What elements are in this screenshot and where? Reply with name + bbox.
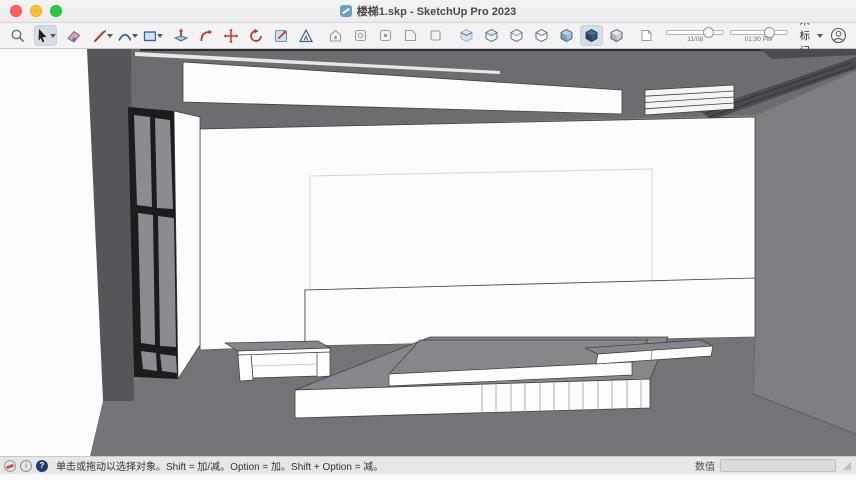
style-xray-button[interactable]	[455, 25, 478, 46]
shadow-time-track[interactable]	[730, 30, 788, 35]
svg-text:A: A	[303, 35, 308, 42]
style-wireframe-button[interactable]	[505, 25, 528, 46]
shadow-date-track[interactable]	[666, 30, 724, 35]
shadow-time-slider[interactable]: 01:30 PM	[730, 30, 788, 43]
orbit-button[interactable]	[349, 25, 372, 46]
statusbar: i ? 单击或拖动以选择对象。Shift = 加/减。Option = 加。Sh…	[0, 456, 856, 474]
search-icon	[10, 28, 26, 44]
document-icon	[340, 5, 352, 17]
style-monochrome-icon	[609, 28, 624, 43]
select-tool-button[interactable]	[34, 25, 57, 46]
shapes-tool-button[interactable]	[141, 25, 164, 46]
chevron-down-icon	[157, 34, 163, 38]
shapes-icon	[142, 28, 156, 44]
shadow-date-label: 11/08	[687, 36, 703, 43]
model-viewport[interactable]	[0, 49, 856, 456]
lower-wall-band[interactable]	[305, 278, 755, 346]
window-pane	[155, 118, 173, 209]
push-pull-icon	[173, 28, 189, 44]
minimize-button[interactable]	[30, 5, 42, 17]
chevron-down-icon	[107, 34, 113, 38]
rotate-icon	[248, 28, 264, 44]
account-button[interactable]	[827, 25, 850, 46]
window-column[interactable]	[174, 111, 200, 379]
page-button[interactable]	[635, 25, 658, 46]
table-leg	[317, 352, 330, 377]
arc-icon	[117, 28, 131, 44]
shadow-date-slider[interactable]: 11/08	[666, 30, 724, 43]
window-title: 楼梯1.skp - SketchUp Pro 2023	[357, 3, 517, 19]
style-shaded-button[interactable]	[555, 25, 578, 46]
chevron-down-icon	[817, 34, 823, 38]
style-shaded-textures-icon	[584, 28, 599, 43]
window-pane	[158, 216, 176, 347]
pan-button[interactable]	[374, 25, 397, 46]
window-pane	[160, 354, 177, 373]
model-scene	[0, 49, 856, 456]
chevron-down-icon	[50, 34, 56, 38]
style-xray-icon	[459, 28, 474, 43]
help-icon[interactable]: ?	[36, 460, 48, 472]
coffee-table[interactable]	[225, 341, 330, 381]
window[interactable]	[128, 107, 178, 379]
window-pane	[141, 351, 157, 371]
previous-view-icon	[428, 28, 443, 43]
measurements-input[interactable]	[720, 459, 836, 472]
page-icon	[639, 28, 654, 43]
left-wall[interactable]	[0, 49, 103, 456]
scale-icon	[273, 28, 289, 44]
line-tool-button[interactable]	[91, 25, 114, 46]
move-tool-button[interactable]	[219, 25, 242, 46]
style-back-edges-icon	[484, 28, 499, 43]
info-icon[interactable]: i	[20, 460, 32, 472]
pan-icon	[378, 28, 393, 43]
offset-tool-button[interactable]	[194, 25, 217, 46]
offset-icon	[198, 28, 214, 44]
text-protractor-icon: A	[298, 28, 314, 44]
shadow-date-thumb[interactable]	[703, 27, 714, 38]
home-button[interactable]	[324, 25, 347, 46]
right-wall[interactable]	[757, 71, 856, 456]
titlebar: 楼梯1.skp - SketchUp Pro 2023	[0, 0, 856, 23]
eraser-icon	[66, 28, 82, 44]
account-icon	[830, 27, 847, 44]
line-icon	[92, 28, 106, 44]
style-back-edges-button[interactable]	[480, 25, 503, 46]
previous-view-button[interactable]	[424, 25, 447, 46]
shadow-time-thumb[interactable]	[764, 27, 775, 38]
window-bottom-edge	[0, 474, 856, 480]
scale-tool-button[interactable]	[269, 25, 292, 46]
toolbar: A	[0, 23, 856, 49]
measurements: 数值	[695, 458, 836, 473]
measurements-label: 数值	[695, 458, 715, 473]
close-button[interactable]	[10, 5, 22, 17]
style-shaded-textures-button[interactable]	[580, 25, 603, 46]
move-icon	[223, 28, 239, 44]
geolocation-icon[interactable]	[4, 460, 16, 472]
arc-tool-button[interactable]	[116, 25, 139, 46]
orbit-icon	[353, 28, 368, 43]
search-button[interactable]	[6, 25, 29, 46]
eraser-tool-button[interactable]	[63, 25, 86, 46]
zoom-view-button[interactable]	[399, 25, 422, 46]
window-pane	[134, 115, 152, 207]
resize-grip[interactable]	[842, 461, 852, 471]
table-leg	[238, 354, 253, 381]
push-pull-tool-button[interactable]	[169, 25, 192, 46]
style-monochrome-button[interactable]	[605, 25, 628, 46]
style-wireframe-icon	[509, 28, 524, 43]
style-shaded-icon	[559, 28, 574, 43]
home-icon	[328, 28, 343, 43]
text-protractor-tool-button[interactable]: A	[294, 25, 317, 46]
select-icon	[35, 28, 49, 44]
status-hint: 单击或拖动以选择对象。Shift = 加/减。Option = 加。Shift …	[56, 458, 383, 473]
zoom-button[interactable]	[50, 5, 62, 17]
sketchup-window: 楼梯1.skp - SketchUp Pro 2023	[0, 0, 856, 480]
style-hidden-line-button[interactable]	[530, 25, 553, 46]
chevron-down-icon	[132, 34, 138, 38]
zoom-icon	[403, 28, 418, 43]
rotate-tool-button[interactable]	[244, 25, 267, 46]
style-hidden-line-icon	[534, 28, 549, 43]
